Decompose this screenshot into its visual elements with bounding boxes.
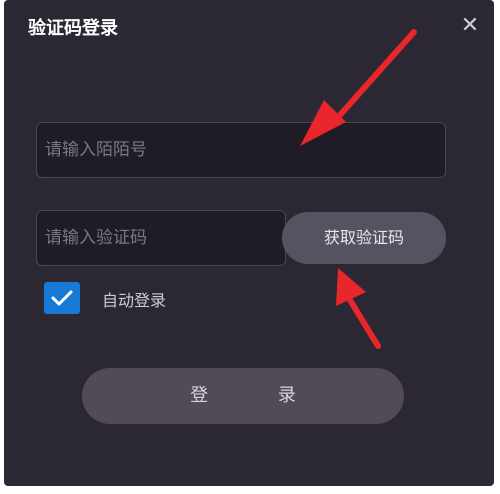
arrow-to-get-code-button	[336, 268, 381, 349]
get-code-button[interactable]: 获取验证码	[282, 212, 446, 264]
close-icon[interactable]: ✕	[456, 12, 484, 40]
login-button[interactable]: 登 录	[82, 368, 404, 424]
account-input[interactable]	[36, 122, 446, 178]
dialog-title: 验证码登录	[28, 18, 118, 39]
auto-login-checkbox[interactable]	[44, 282, 80, 314]
auto-login-label: 自动登录	[102, 291, 167, 310]
verification-code-input[interactable]	[36, 210, 286, 266]
login-dialog: 验证码登录 ✕ 获取验证码 自动登录 登 录	[4, 0, 494, 486]
checkmark-icon	[51, 290, 73, 306]
